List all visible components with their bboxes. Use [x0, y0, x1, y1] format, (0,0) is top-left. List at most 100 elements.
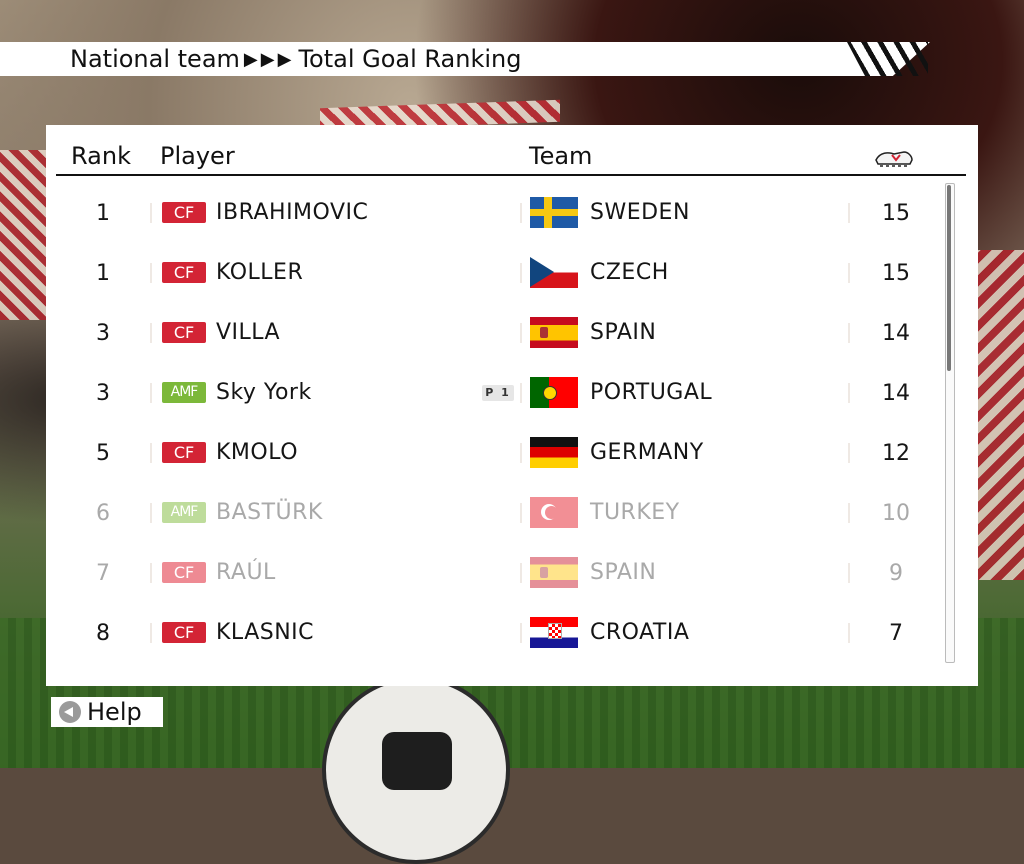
team-name: CROATIA: [590, 620, 690, 645]
player-name: Sky York: [216, 380, 312, 405]
row-divider: [150, 203, 152, 223]
spain-flag: [530, 317, 578, 348]
player-tag: P 1: [482, 385, 514, 401]
scrollbar[interactable]: [945, 183, 955, 663]
breadcrumb-arrows: ▶▶▶: [243, 48, 295, 70]
ranking-panel: Rank Player Team 1 CF IBRAHIMOVIC SWEDEN 15 1…: [46, 125, 978, 686]
row-divider: [520, 203, 522, 223]
team-name: GERMANY: [590, 440, 704, 465]
page-title: Total Goal Ranking: [298, 45, 522, 73]
turkey-flag: [530, 497, 578, 528]
goal-count: 14: [882, 381, 910, 406]
goal-count: 14: [882, 321, 910, 346]
football-image: [322, 676, 510, 864]
table-row[interactable]: 8 CF KLASNIC CROATIA 7: [46, 603, 946, 663]
table-row[interactable]: 3 AMF Sky York P 1 PORTUGAL 14: [46, 363, 946, 423]
position-badge: CF: [162, 202, 206, 223]
table-row[interactable]: 7 CF RAÚL SPAIN 9: [46, 543, 946, 603]
row-divider: [150, 503, 152, 523]
row-divider: [150, 323, 152, 343]
row-divider: [848, 563, 850, 583]
row-divider: [848, 323, 850, 343]
position-badge: AMF: [162, 502, 206, 523]
position-badge: CF: [162, 262, 206, 283]
player-name: IBRAHIMOVIC: [216, 200, 369, 225]
table-row[interactable]: 6 AMF BASTÜRK TURKEY 10: [46, 483, 946, 543]
row-divider: [848, 503, 850, 523]
player-name: KLASNIC: [216, 620, 315, 645]
row-divider: [848, 383, 850, 403]
table-row[interactable]: 5 CF KMOLO GERMANY 12: [46, 423, 946, 483]
header-player: Player: [160, 142, 235, 170]
row-rank: 3: [96, 381, 110, 406]
row-divider: [520, 323, 522, 343]
goal-count: 10: [882, 501, 910, 526]
help-label: Help: [87, 698, 142, 726]
row-divider: [520, 563, 522, 583]
germany-flag: [530, 437, 578, 468]
player-name: RAÚL: [216, 560, 276, 585]
position-badge: CF: [162, 562, 206, 583]
row-rank: 6: [96, 501, 110, 526]
row-divider: [150, 443, 152, 463]
sweden-flag: [530, 197, 578, 228]
row-divider: [150, 623, 152, 643]
row-rank: 7: [96, 561, 110, 586]
team-name: SPAIN: [590, 560, 657, 585]
goal-count: 7: [889, 621, 903, 646]
row-divider: [150, 263, 152, 283]
position-badge: AMF: [162, 382, 206, 403]
row-divider: [848, 203, 850, 223]
back-arrow-icon: [59, 701, 81, 723]
table-header: Rank Player Team: [56, 138, 966, 176]
breadcrumb: National team ▶▶▶ Total Goal Ranking: [70, 45, 521, 73]
help-button[interactable]: Help: [51, 697, 163, 727]
decorative-stripes: [0, 150, 48, 320]
team-name: TURKEY: [590, 500, 680, 525]
portugal-flag: [530, 377, 578, 408]
scrollbar-thumb[interactable]: [947, 185, 951, 371]
row-divider: [520, 623, 522, 643]
position-badge: CF: [162, 322, 206, 343]
row-divider: [520, 263, 522, 283]
row-divider: [520, 503, 522, 523]
header-rank: Rank: [71, 142, 131, 170]
position-badge: CF: [162, 622, 206, 643]
czech-flag: [530, 257, 578, 288]
row-divider: [150, 563, 152, 583]
decorative-stripes: [978, 250, 1024, 580]
spain-flag: [530, 557, 578, 588]
goal-count: 12: [882, 441, 910, 466]
row-divider: [848, 623, 850, 643]
row-divider: [520, 443, 522, 463]
row-divider: [848, 443, 850, 463]
breadcrumb-section: National team: [70, 45, 240, 73]
row-rank: 1: [96, 261, 110, 286]
row-rank: 5: [96, 441, 110, 466]
position-badge: CF: [162, 442, 206, 463]
player-name: KMOLO: [216, 440, 299, 465]
row-divider: [150, 383, 152, 403]
table-row[interactable]: 1 CF KOLLER CZECH 15: [46, 243, 946, 303]
player-name: VILLA: [216, 320, 281, 345]
team-name: CZECH: [590, 260, 669, 285]
goal-count: 15: [882, 261, 910, 286]
goal-count: 9: [889, 561, 903, 586]
team-name: PORTUGAL: [590, 380, 713, 405]
team-name: SWEDEN: [590, 200, 690, 225]
croatia-flag: [530, 617, 578, 648]
team-name: SPAIN: [590, 320, 657, 345]
row-divider: [520, 383, 522, 403]
player-name: KOLLER: [216, 260, 304, 285]
row-rank: 3: [96, 321, 110, 346]
row-rank: 1: [96, 201, 110, 226]
header-team: Team: [529, 142, 593, 170]
title-bar: National team ▶▶▶ Total Goal Ranking: [0, 42, 930, 76]
row-rank: 8: [96, 621, 110, 646]
boot-icon: [874, 146, 914, 168]
table-row[interactable]: 1 CF IBRAHIMOVIC SWEDEN 15: [46, 183, 946, 243]
goal-count: 15: [882, 201, 910, 226]
table-row[interactable]: 3 CF VILLA SPAIN 14: [46, 303, 946, 363]
row-divider: [848, 263, 850, 283]
player-name: BASTÜRK: [216, 500, 323, 525]
